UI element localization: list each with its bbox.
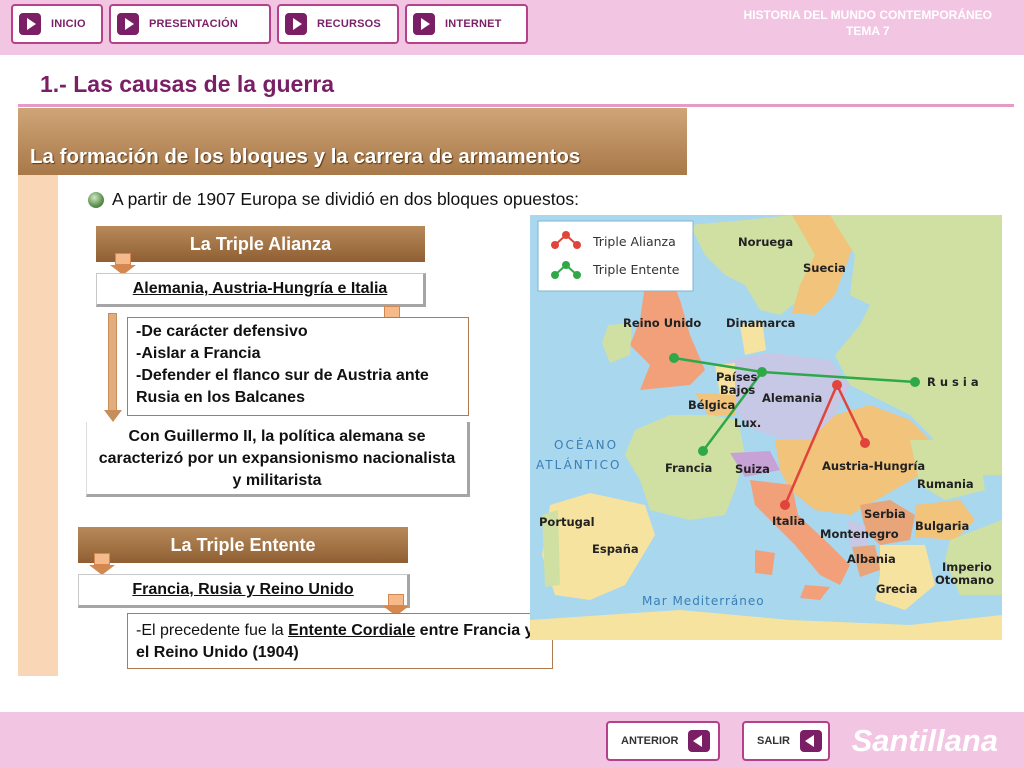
- alianza-node-alemania: [832, 380, 842, 390]
- map-label: Suiza: [735, 462, 770, 476]
- map-label: Reino Unido: [623, 316, 701, 330]
- flow-connector-tip: [104, 410, 122, 422]
- legend-alianza-label: Triple Alianza: [592, 234, 676, 249]
- bullet-icon: [88, 191, 104, 208]
- brand-logo: Santillana: [851, 723, 998, 758]
- entente-note-box: -El precedente fue la Entente Cordiale e…: [127, 613, 553, 669]
- alianza-members-text: Alemania, Austria-Hungría e Italia: [132, 280, 388, 297]
- legend-entente-label: Triple Entente: [592, 262, 680, 277]
- sea-label: Mar Mediterráneo: [642, 594, 765, 608]
- map-label: Lux.: [734, 416, 761, 430]
- play-icon: [19, 13, 41, 35]
- map-label: Rumania: [917, 477, 974, 491]
- alianza-point: -De carácter defensivo: [136, 323, 308, 340]
- map-label: Noruega: [738, 235, 793, 249]
- nav-internet-label: INTERNET: [445, 18, 502, 30]
- map-label: Países: [716, 370, 757, 384]
- map-label: Dinamarca: [726, 316, 795, 330]
- map-label: Grecia: [876, 582, 917, 596]
- back-arrow-icon: [800, 730, 822, 752]
- anterior-label: ANTERIOR: [621, 735, 679, 747]
- entente-heading-text: La Triple Entente: [170, 534, 316, 555]
- map-label: Suecia: [803, 261, 846, 275]
- map-label: Otomano: [935, 573, 994, 587]
- map-label: España: [592, 542, 639, 556]
- alianza-node-austria-hungria: [860, 438, 870, 448]
- header-unit: TEMA 7: [845, 24, 890, 38]
- map-label: Serbia: [864, 507, 906, 521]
- country-cerdena: [755, 550, 775, 575]
- entente-members-text: Francia, Rusia y Reino Unido: [132, 581, 354, 598]
- page-title: 1.- Las causas de la guerra: [40, 71, 335, 97]
- play-icon: [285, 13, 307, 35]
- section-banner-text: La formación de los bloques y la carrera…: [30, 145, 581, 168]
- nav-presentacion-label: PRESENTACIÓN: [149, 18, 238, 30]
- map-label: Portugal: [539, 515, 595, 529]
- play-icon: [117, 13, 139, 35]
- section-banner: La formación de los bloques y la carrera…: [18, 108, 687, 175]
- map-label: Francia: [665, 461, 712, 475]
- nav-inicio-button[interactable]: INICIO: [11, 4, 103, 44]
- map-legend: [537, 220, 694, 292]
- nav-inicio-label: INICIO: [51, 18, 86, 30]
- down-arrow-icon: [89, 553, 115, 575]
- alianza-members-link[interactable]: Alemania, Austria-Hungría e Italia: [96, 273, 426, 307]
- europe-map-svg: Triple Alianza Triple Entente Noruega Su…: [530, 215, 1002, 640]
- alianza-point: -Defender el flanco sur de Austria ante …: [136, 367, 429, 406]
- flow-connector: [108, 313, 117, 411]
- sea-label: ATLÁNTICO: [536, 457, 621, 472]
- header-course-info: HISTORIA DEL MUNDO CONTEMPORÁNEO TEMA 7: [744, 7, 992, 39]
- entente-node-francia: [698, 446, 708, 456]
- entente-members-link[interactable]: Francia, Rusia y Reino Unido: [78, 574, 410, 608]
- map-label: Imperio: [942, 560, 992, 574]
- entente-node-rusia: [910, 377, 920, 387]
- alianza-point: -Aislar a Francia: [136, 345, 261, 362]
- map-label: Alemania: [762, 391, 822, 405]
- alianza-points-box: -De carácter defensivo -Aislar a Francia…: [127, 317, 469, 416]
- anterior-button[interactable]: ANTERIOR: [606, 721, 720, 761]
- play-icon: [413, 13, 435, 35]
- left-decorative-column: [18, 108, 58, 676]
- intro-line: A partir de 1907 Europa se dividió en do…: [88, 189, 579, 210]
- salir-label: SALIR: [757, 735, 790, 747]
- europe-map: Triple Alianza Triple Entente Noruega Su…: [530, 215, 1002, 640]
- nav-internet-button[interactable]: INTERNET: [405, 4, 528, 44]
- alianza-heading-text: La Triple Alianza: [189, 233, 332, 254]
- sea-label: OCÉANO: [554, 437, 618, 452]
- map-label: Montenegro: [820, 527, 899, 541]
- map-label: Austria-Hungría: [822, 459, 925, 473]
- map-label: Italia: [772, 514, 805, 528]
- nav-presentacion-button[interactable]: PRESENTACIÓN: [109, 4, 271, 44]
- down-arrow-icon: [110, 253, 136, 275]
- intro-text: A partir de 1907 Europa se dividió en do…: [112, 189, 579, 209]
- map-label: Albania: [847, 552, 896, 566]
- alianza-node-italia: [780, 500, 790, 510]
- entente-node-center: [757, 367, 767, 377]
- entente-cordiale-link[interactable]: Entente Cordiale: [288, 622, 415, 639]
- map-label: R u s i a: [927, 375, 979, 389]
- entente-heading: La Triple Entente: [78, 527, 408, 563]
- map-label: Bulgaria: [915, 519, 969, 533]
- nav-recursos-button[interactable]: RECURSOS: [277, 4, 399, 44]
- header-subject: HISTORIA DEL MUNDO CONTEMPORÁNEO: [743, 8, 992, 22]
- map-label: Bajos: [720, 383, 755, 397]
- entente-note-prefix: -El precedente fue la: [136, 622, 289, 639]
- alianza-paragraph: Con Guillermo II, la política alemana se…: [86, 422, 470, 497]
- alianza-heading: La Triple Alianza: [96, 226, 425, 262]
- salir-button[interactable]: SALIR: [742, 721, 830, 761]
- entente-node-reino-unido: [669, 353, 679, 363]
- map-label: Bélgica: [688, 398, 735, 412]
- title-divider: [18, 104, 1014, 107]
- back-arrow-icon: [688, 730, 711, 752]
- nav-recursos-label: RECURSOS: [317, 18, 381, 30]
